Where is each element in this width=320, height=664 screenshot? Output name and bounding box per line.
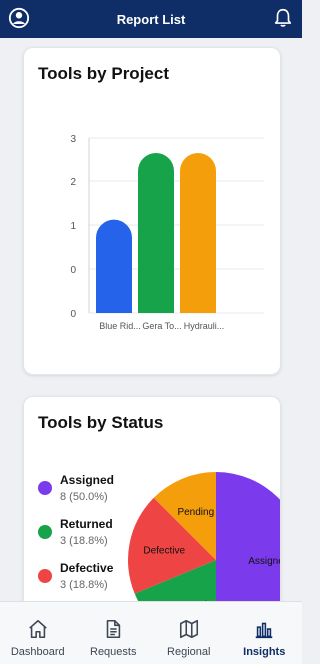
y-tick-label: 0: [70, 309, 76, 320]
x-tick-label: Gera To...: [142, 321, 181, 331]
nav-item-requests[interactable]: Requests: [76, 602, 152, 664]
nav-label: Regional: [167, 646, 211, 658]
pie-slice-assigned[interactable]: [216, 472, 280, 601]
y-tick-label: 0: [70, 265, 76, 276]
notification-bell-icon[interactable]: [272, 6, 294, 30]
tools-by-project-bar-chart: 3 2 1 0 0 Blue Rid... Gera To... Hydrauli...: [70, 134, 264, 331]
bar-0[interactable]: [96, 219, 132, 313]
tools-by-status-pie-chart: AssignedReturnedDefectivePending: [128, 472, 280, 601]
nav-item-dashboard[interactable]: Dashboard: [0, 602, 76, 664]
x-tick-label: Hydrauli...: [184, 321, 225, 331]
nav-item-insights[interactable]: Insights: [227, 602, 303, 664]
bar-2[interactable]: [180, 153, 216, 313]
report-scroll-area[interactable]: Tools by Project 3 2 1 0 0 Blue Rid... Gera To…: [0, 38, 302, 601]
document-icon: [106, 619, 121, 639]
pie-slice-label: Defective: [143, 546, 185, 557]
bar-1[interactable]: [138, 153, 174, 313]
y-tick-label: 3: [70, 134, 76, 145]
user-account-icon[interactable]: [8, 7, 30, 29]
x-tick-label: Blue Rid...: [99, 321, 141, 331]
nav-item-regional[interactable]: Regional: [151, 602, 227, 664]
bar-chart-icon: [256, 622, 273, 639]
bottom-navigation: Dashboard Requests Regional Insights: [0, 601, 302, 664]
home-icon: [28, 619, 47, 639]
pie-slice-label: Assigned: [248, 556, 280, 567]
tools-by-project-card: Tools by Project 3 2 1 0 0 Blue Rid... Gera To…: [23, 47, 281, 375]
y-tick-label: 1: [70, 221, 76, 232]
nav-label: Dashboard: [10, 646, 65, 658]
tools-by-status-card: Tools by Status Assigned 8 (50.0%) Retur…: [23, 396, 281, 601]
nav-label: Insights: [243, 646, 286, 658]
pie-slice-label: Pending: [177, 507, 214, 518]
nav-label: Requests: [90, 646, 137, 658]
y-tick-label: 2: [70, 177, 76, 188]
app-header: Report List: [0, 0, 302, 38]
map-icon: [179, 619, 198, 639]
page-title: Report List: [116, 11, 186, 27]
